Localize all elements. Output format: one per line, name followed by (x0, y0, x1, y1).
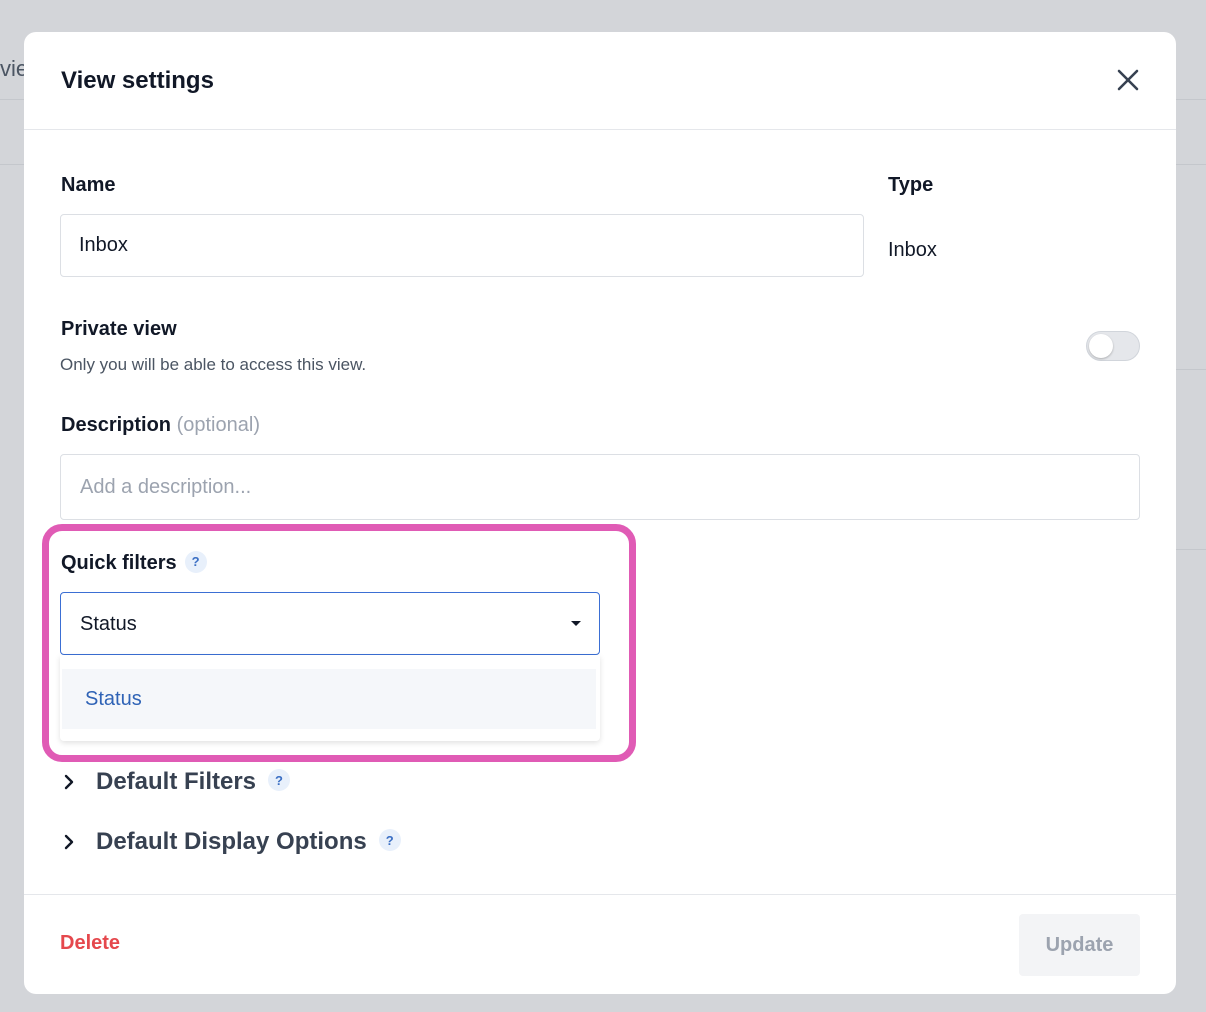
description-label: Description (optional) (61, 414, 260, 437)
default-filters-section[interactable]: Default Filters ? (60, 767, 291, 797)
quick-filters-dropdown: Status (60, 655, 600, 741)
default-display-options-section[interactable]: Default Display Options ? (60, 827, 401, 857)
background-divider (1176, 164, 1206, 165)
delete-button[interactable]: Delete (60, 932, 120, 955)
default-filters-title: Default Filters (96, 768, 257, 795)
modal-footer: Delete Update (24, 894, 1176, 994)
quick-filters-selected-value: Status (80, 613, 137, 635)
background-divider (1176, 369, 1206, 370)
modal-title: View settings (61, 67, 214, 94)
name-input[interactable] (60, 214, 864, 277)
quick-filters-select[interactable]: Status (60, 592, 600, 655)
chevron-right-icon (64, 774, 74, 790)
update-button[interactable]: Update (1019, 914, 1140, 976)
close-button[interactable] (1114, 66, 1142, 94)
help-icon[interactable]: ? (268, 769, 291, 791)
name-label: Name (61, 174, 116, 196)
default-display-options-title: Default Display Options (96, 828, 367, 855)
type-label: Type (888, 174, 934, 196)
private-view-label: Private view (61, 318, 177, 340)
private-view-description: Only you will be able to access this vie… (60, 355, 367, 374)
type-value: Inbox (888, 239, 937, 261)
background-divider (0, 164, 24, 165)
caret-down-icon (571, 621, 581, 626)
description-optional-hint: (optional) (176, 414, 260, 436)
chevron-right-icon (64, 834, 74, 850)
description-label-text: Description (61, 414, 172, 436)
help-icon[interactable]: ? (184, 550, 207, 573)
view-settings-modal: View settings Name Type Inbox Private vi… (24, 32, 1176, 994)
help-icon[interactable]: ? (378, 829, 401, 851)
background-divider (0, 99, 24, 100)
background-divider (1176, 99, 1206, 100)
background-divider (1176, 549, 1206, 550)
quick-filters-label: Quick filters? (61, 550, 207, 575)
private-view-toggle[interactable] (1086, 331, 1140, 361)
quick-filters-label-text: Quick filters (61, 552, 177, 574)
description-input[interactable] (60, 454, 1140, 520)
toggle-knob (1089, 334, 1113, 358)
modal-header: View settings (24, 32, 1176, 130)
dropdown-option-label: Status (85, 688, 142, 710)
dropdown-option-status[interactable]: Status (62, 669, 596, 729)
close-icon (1117, 69, 1139, 91)
